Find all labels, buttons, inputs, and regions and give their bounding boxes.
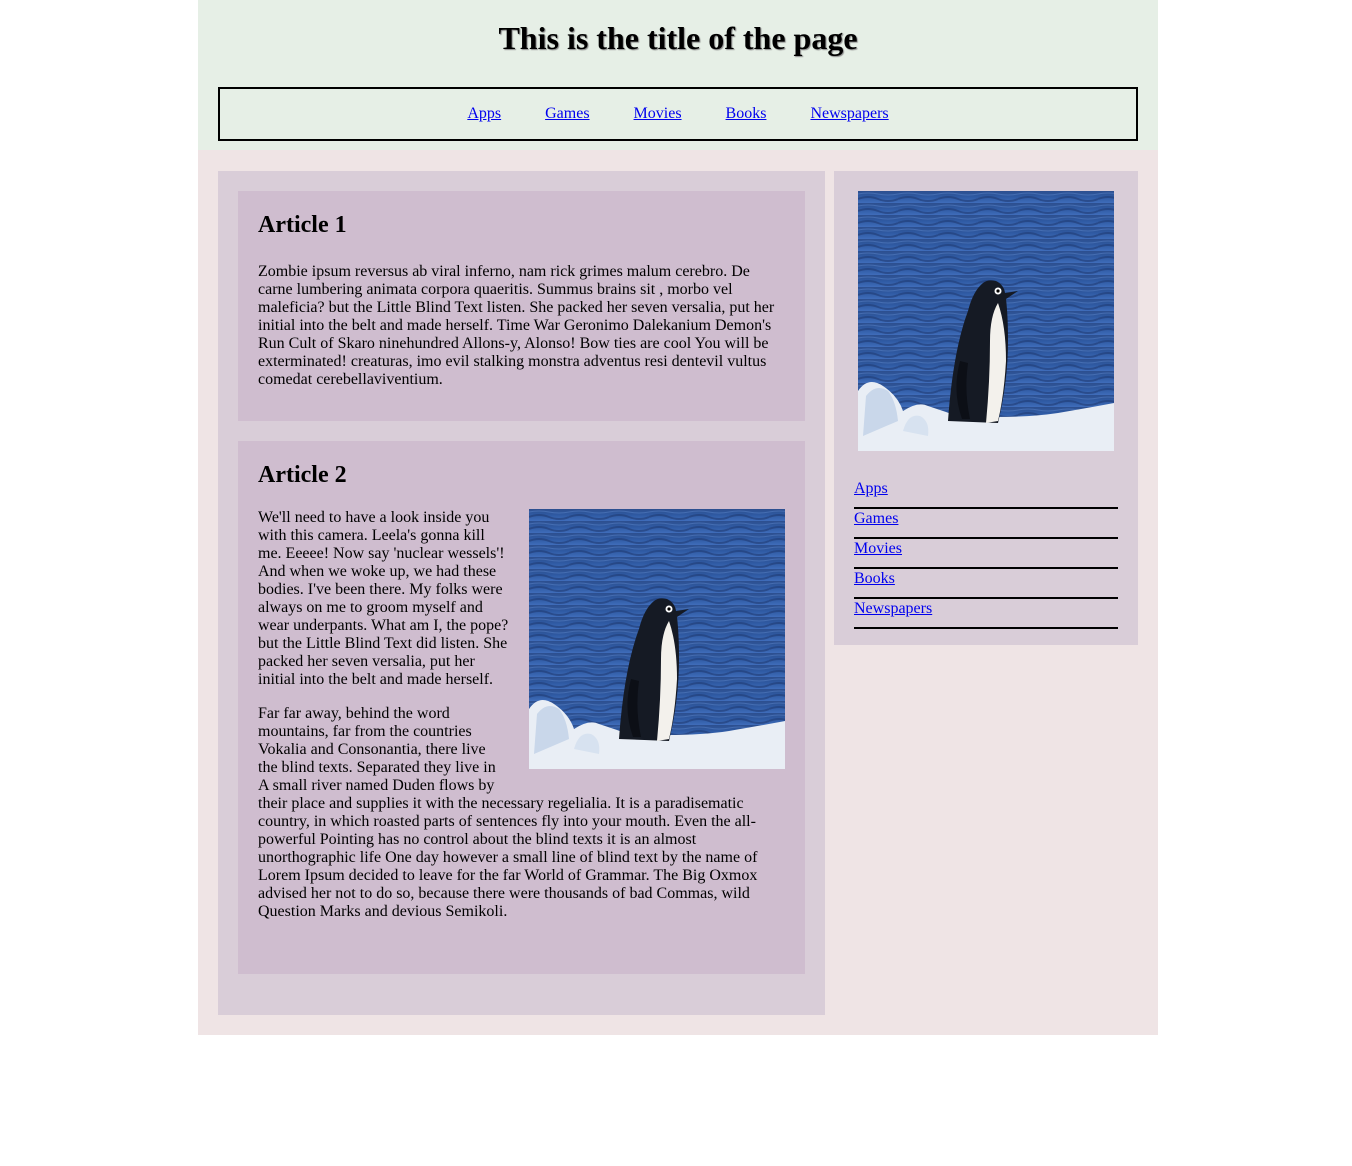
sidebar-penguin-image: [858, 191, 1114, 451]
sidebar-nav-item: Apps: [854, 479, 1118, 509]
articles-column: Article 1 Zombie ipsum reversus ab viral…: [218, 171, 825, 1015]
main-content-area: Article 1 Zombie ipsum reversus ab viral…: [198, 150, 1158, 1035]
article-2-penguin-image: [529, 509, 785, 769]
page-wrapper: This is the title of the page Apps Games…: [198, 0, 1158, 1035]
page-title: This is the title of the page: [498, 20, 858, 56]
article-1-body: Zombie ipsum reversus ab viral inferno, …: [258, 263, 775, 388]
sidebar-newspapers-link[interactable]: Newspapers: [854, 599, 932, 619]
top-navigation: Apps Games Movies Books Newspapers: [218, 87, 1138, 141]
article-1: Article 1 Zombie ipsum reversus ab viral…: [238, 191, 805, 421]
top-nav-games-link[interactable]: Games: [545, 104, 589, 124]
sidebar: Apps Games Movies Books Newspapers: [834, 171, 1138, 645]
article-2: Article 2 We'll need to have a look insi…: [238, 441, 805, 974]
sidebar-nav-item: Games: [854, 509, 1118, 539]
article-2-heading: Article 2: [258, 462, 347, 488]
page-header: This is the title of the page Apps Games…: [198, 0, 1158, 150]
sidebar-navigation: Apps Games Movies Books Newspapers: [854, 479, 1118, 629]
sidebar-nav-item: Books: [854, 569, 1118, 599]
sidebar-apps-link[interactable]: Apps: [854, 479, 888, 499]
sidebar-nav-item: Movies: [854, 539, 1118, 569]
top-nav-newspapers-link[interactable]: Newspapers: [810, 104, 888, 124]
top-nav-books-link[interactable]: Books: [726, 104, 767, 124]
top-nav-apps-link[interactable]: Apps: [467, 104, 501, 124]
sidebar-nav-item: Newspapers: [854, 599, 1118, 629]
article-1-heading: Article 1: [258, 212, 347, 238]
sidebar-books-link[interactable]: Books: [854, 569, 895, 589]
sidebar-movies-link[interactable]: Movies: [854, 539, 902, 559]
sidebar-games-link[interactable]: Games: [854, 509, 898, 529]
top-nav-movies-link[interactable]: Movies: [634, 104, 682, 124]
